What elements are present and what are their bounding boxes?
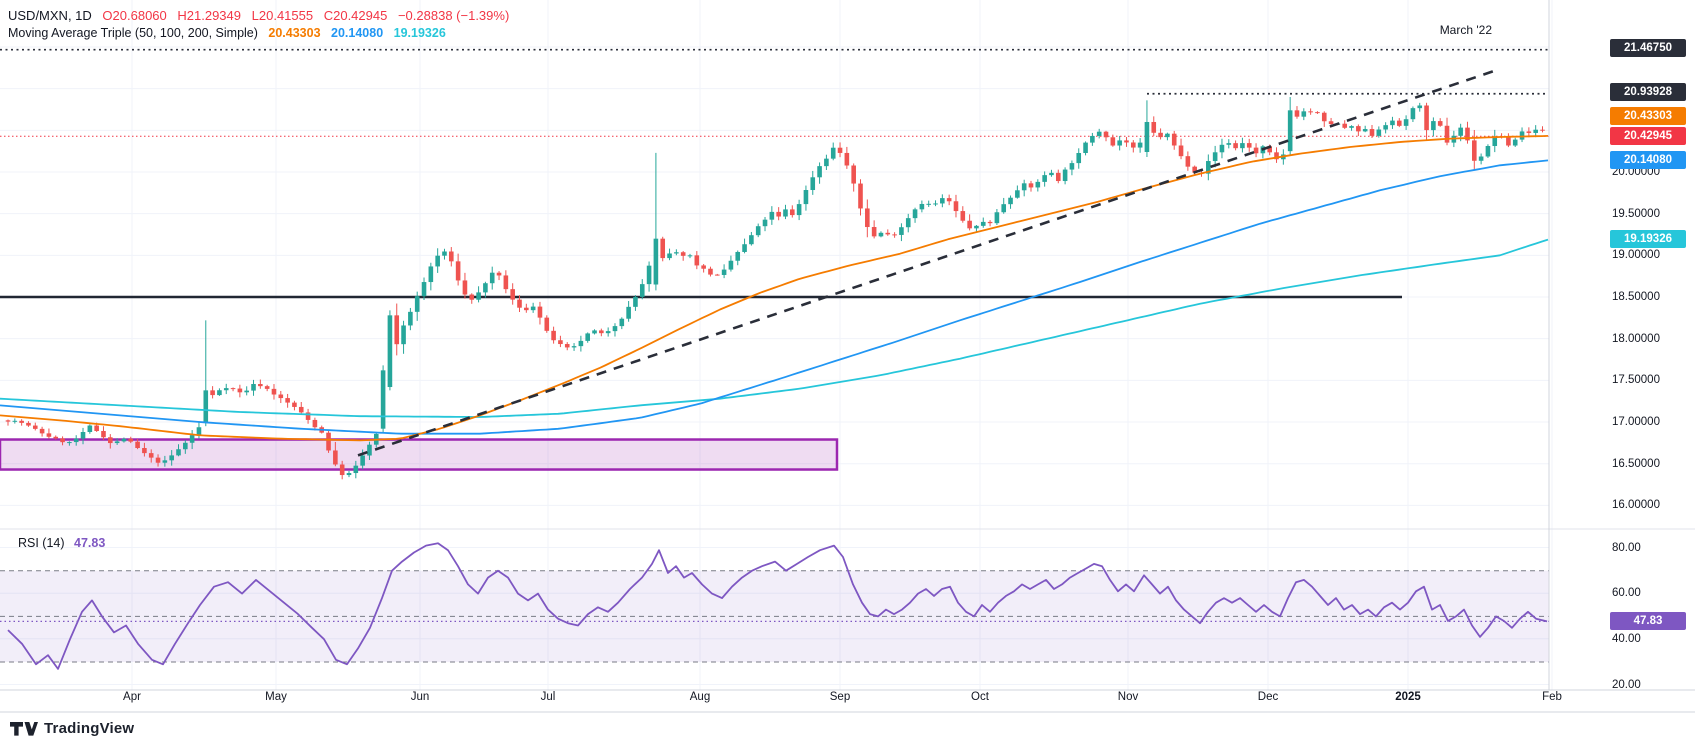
price-axis-badge: 21.46750 [1610,39,1686,57]
moving-averages-layer [0,136,1548,441]
price-tick-label: 18.50000 [1612,291,1660,303]
rsi-tick-label: 60.00 [1612,587,1641,599]
price-axis-badge: 19.19326 [1610,230,1686,248]
trendline-origin-label: March '22 [1332,23,1492,37]
price-axis-badge: 20.42945 [1610,127,1686,145]
sma50-value: 20.43303 [268,26,320,40]
price-axis-badge: 20.14080 [1610,151,1686,169]
ohlc-open: O20.68060 [102,8,166,23]
rsi-tick-label: 20.00 [1612,679,1641,691]
price-tick-label: 18.00000 [1612,333,1660,345]
footer-branding[interactable]: TradingView [10,720,134,737]
price-tick-label: 19.00000 [1612,249,1660,261]
rsi-tick-label: 40.00 [1612,633,1641,645]
rsi-title: RSI (14) [18,536,65,550]
time-axis-label: Jun [411,691,430,703]
rsi-band-layer [0,571,1549,662]
price-tick-label: 16.00000 [1612,499,1660,511]
ohlc-high: H21.29349 [177,8,241,23]
sma100-value: 20.14080 [331,26,383,40]
chart-window: USD/MXN, 1D O20.68060 H21.29349 L20.4155… [0,0,1695,752]
level-lines [0,50,1549,297]
price-tick-label: 17.00000 [1612,416,1660,428]
time-axis-label: Aug [690,691,710,703]
price-axis-badge: 47.83 [1610,612,1686,630]
price-tick-label: 17.50000 [1612,374,1660,386]
time-axis-label: Oct [971,691,989,703]
ohlc-low: L20.41555 [252,8,313,23]
support-zone [0,440,837,470]
legend-indicator[interactable]: Moving Average Triple (50, 100, 200, Sim… [8,26,453,40]
sma200-value: 19.19326 [394,26,446,40]
change-value: −0.28838 (−1.39%) [398,8,509,23]
legend-main: USD/MXN, 1D O20.68060 H21.29349 L20.4155… [8,8,516,23]
rsi-legend[interactable]: RSI (14) 47.83 [18,536,105,550]
time-axis-label: Feb [1542,691,1562,703]
price-tick-label: 19.50000 [1612,208,1660,220]
time-axis-label: 2025 [1395,691,1421,703]
brand-name: TradingView [44,720,134,737]
time-axis-label: May [265,691,287,703]
tradingview-logo-icon [10,721,38,737]
rsi-tick-label: 80.00 [1612,542,1641,554]
trendline-layer [358,70,1496,455]
time-axis-label: Sep [830,691,850,703]
price-axis-badge: 20.43303 [1610,107,1686,125]
indicator-title: Moving Average Triple (50, 100, 200, Sim… [8,26,258,40]
time-axis-label: Nov [1118,691,1138,703]
rsi-value: 47.83 [74,536,105,550]
time-axis-label: Jul [541,691,556,703]
time-axis-label: Apr [123,691,141,703]
ohlc-close: C20.42945 [324,8,388,23]
time-axis-label: Dec [1258,691,1278,703]
chart-canvas[interactable] [0,0,1695,713]
symbol-title: USD/MXN, 1D [8,8,92,23]
price-axis-badge: 20.93928 [1610,83,1686,101]
price-tick-label: 16.50000 [1612,458,1660,470]
